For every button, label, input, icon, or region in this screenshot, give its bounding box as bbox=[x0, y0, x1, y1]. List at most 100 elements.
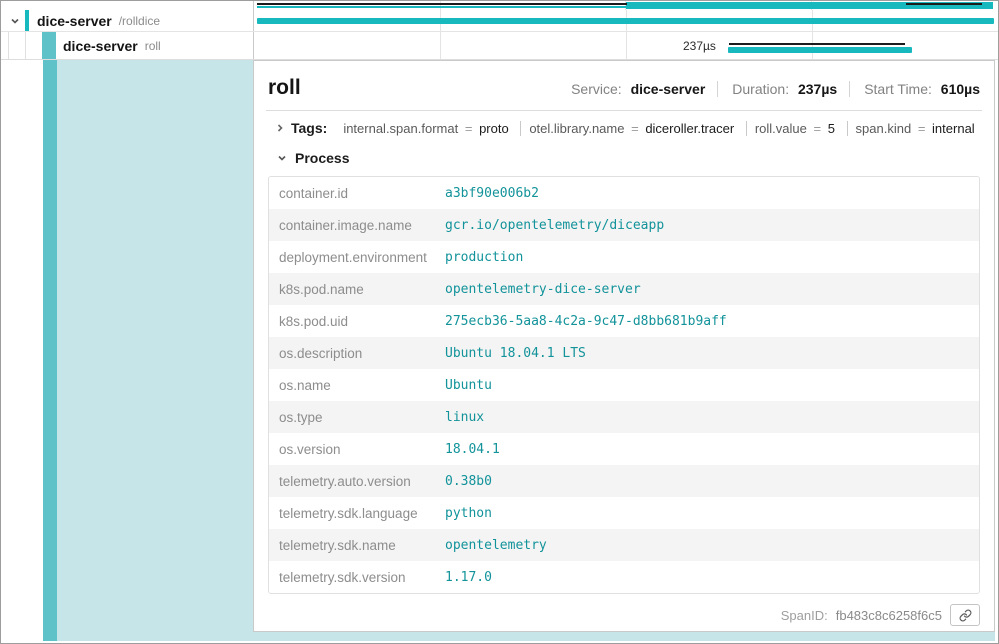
tags-label: Tags: bbox=[291, 120, 327, 136]
process-value: 1.17.0 bbox=[437, 564, 500, 591]
process-row: os.type linux bbox=[269, 401, 979, 433]
tag-key: roll.value bbox=[755, 121, 807, 136]
tag-key: internal.span.format bbox=[343, 121, 458, 136]
span-timeline-cell[interactable] bbox=[253, 10, 998, 31]
process-key: telemetry.sdk.name bbox=[269, 532, 437, 559]
process-row: container.image.name gcr.io/opentelemetr… bbox=[269, 209, 979, 241]
tag-list: internal.span.format = proto otel.librar… bbox=[335, 121, 982, 136]
process-row: telemetry.auto.version 0.38b0 bbox=[269, 465, 979, 497]
overview-value: 610µs bbox=[941, 81, 980, 97]
tag-key: otel.library.name bbox=[529, 121, 624, 136]
process-table: container.id a3bf90e006b2 container.imag… bbox=[268, 176, 980, 594]
span-name-cell[interactable]: dice-server /rolldice bbox=[1, 10, 253, 31]
process-value: Ubuntu bbox=[437, 372, 500, 399]
tags-section-header[interactable]: Tags: internal.span.format = proto otel.… bbox=[266, 111, 982, 138]
chevron-down-icon[interactable] bbox=[8, 16, 22, 26]
process-key: os.type bbox=[269, 404, 437, 431]
tag-item: otel.library.name = diceroller.tracer bbox=[520, 121, 745, 136]
tag-value: 5 bbox=[828, 121, 835, 136]
process-value: 275ecb36-5aa8-4c2a-9c47-d8bb681b9aff bbox=[437, 308, 735, 335]
spanid-label: SpanID: bbox=[781, 608, 828, 623]
process-section-header[interactable]: Process bbox=[266, 138, 982, 172]
critical-path-segment bbox=[906, 3, 982, 5]
tag-item: internal.span.format = proto bbox=[335, 121, 520, 136]
span-row-rolldice: dice-server /rolldice bbox=[1, 10, 998, 32]
tag-value: diceroller.tracer bbox=[645, 121, 734, 136]
overview-item: Service: dice-server bbox=[571, 81, 705, 97]
minimap-span-bar bbox=[257, 6, 627, 8]
overview-item: Duration: 237µs bbox=[717, 81, 837, 97]
process-row: deployment.environment production bbox=[269, 241, 979, 273]
gridline bbox=[626, 32, 627, 59]
span-name-cell[interactable]: dice-server roll bbox=[1, 32, 253, 59]
process-key: deployment.environment bbox=[269, 244, 437, 271]
span-detail-header: roll Service: dice-server Duration: 237µ… bbox=[266, 61, 982, 111]
process-row: os.name Ubuntu bbox=[269, 369, 979, 401]
process-value: python bbox=[437, 500, 500, 527]
process-value: 0.38b0 bbox=[437, 468, 500, 495]
process-row: os.description Ubuntu 18.04.1 LTS bbox=[269, 337, 979, 369]
overview-label: Service: bbox=[571, 81, 622, 97]
span-detail-footer: SpanID: fb483c8c6258f6c5 bbox=[266, 594, 982, 626]
process-key: telemetry.sdk.version bbox=[269, 564, 437, 591]
process-value: Ubuntu 18.04.1 LTS bbox=[437, 340, 594, 367]
tag-item: span.kind = internal bbox=[847, 121, 982, 136]
span-accent-stripe bbox=[43, 60, 57, 641]
critical-path-segment bbox=[729, 43, 905, 45]
indent-guide bbox=[1, 32, 9, 59]
process-key: os.version bbox=[269, 436, 437, 463]
gridline bbox=[440, 32, 441, 59]
chevron-down-icon bbox=[275, 153, 289, 163]
overview-value: dice-server bbox=[631, 81, 706, 97]
process-row: k8s.pod.uid 275ecb36-5aa8-4c2a-9c47-d8bb… bbox=[269, 305, 979, 337]
process-label: Process bbox=[295, 150, 349, 166]
process-row: telemetry.sdk.version 1.17.0 bbox=[269, 561, 979, 593]
indent-guide bbox=[9, 32, 26, 59]
indent-spacer bbox=[26, 32, 42, 59]
span-overview: Service: dice-server Duration: 237µs Sta… bbox=[571, 81, 980, 97]
process-key: os.description bbox=[269, 340, 437, 367]
process-key: os.name bbox=[269, 372, 437, 399]
tag-equals: = bbox=[631, 121, 639, 136]
tag-value: proto bbox=[479, 121, 509, 136]
process-key: k8s.pod.uid bbox=[269, 308, 437, 335]
overview-item: Start Time: 610µs bbox=[849, 81, 980, 97]
process-value: gcr.io/opentelemetry/diceapp bbox=[437, 212, 672, 239]
service-name: dice-server bbox=[37, 13, 112, 29]
tag-equals: = bbox=[465, 121, 473, 136]
tag-value: internal bbox=[932, 121, 975, 136]
process-key: container.image.name bbox=[269, 212, 437, 239]
minimap-track[interactable] bbox=[253, 1, 996, 10]
overview-label: Start Time: bbox=[864, 81, 932, 97]
trace-timeline-view: dice-server /rolldice dice-server roll 2… bbox=[0, 0, 999, 644]
timeline-minimap bbox=[1, 1, 998, 10]
link-icon bbox=[959, 609, 972, 622]
process-row: k8s.pod.name opentelemetry-dice-server bbox=[269, 273, 979, 305]
process-value: linux bbox=[437, 404, 492, 431]
tag-item: roll.value = 5 bbox=[746, 121, 847, 136]
process-row: telemetry.sdk.name opentelemetry bbox=[269, 529, 979, 561]
span-operation-title: roll bbox=[268, 76, 301, 100]
deep-link-button[interactable] bbox=[950, 604, 980, 626]
span-duration-label: 237µs bbox=[683, 39, 716, 53]
span-bar[interactable] bbox=[728, 47, 912, 53]
gridline bbox=[812, 32, 813, 59]
service-name: dice-server bbox=[63, 38, 138, 54]
span-detail-area: roll Service: dice-server Duration: 237µ… bbox=[1, 60, 998, 643]
tag-key: span.kind bbox=[856, 121, 912, 136]
process-key: telemetry.auto.version bbox=[269, 468, 437, 495]
overview-label: Duration: bbox=[732, 81, 789, 97]
process-value: opentelemetry bbox=[437, 532, 555, 559]
span-bar[interactable] bbox=[257, 18, 994, 24]
chevron-right-icon bbox=[275, 123, 285, 133]
process-key: container.id bbox=[269, 180, 437, 207]
process-row: os.version 18.04.1 bbox=[269, 433, 979, 465]
span-timeline-cell[interactable]: 237µs bbox=[253, 32, 998, 59]
tag-equals: = bbox=[918, 121, 926, 136]
process-row: container.id a3bf90e006b2 bbox=[269, 177, 979, 209]
service-color-indicator bbox=[25, 10, 29, 31]
operation-name: roll bbox=[145, 39, 161, 53]
process-key: telemetry.sdk.language bbox=[269, 500, 437, 527]
spanid-value: fb483c8c6258f6c5 bbox=[836, 608, 942, 623]
tag-equals: = bbox=[813, 121, 821, 136]
